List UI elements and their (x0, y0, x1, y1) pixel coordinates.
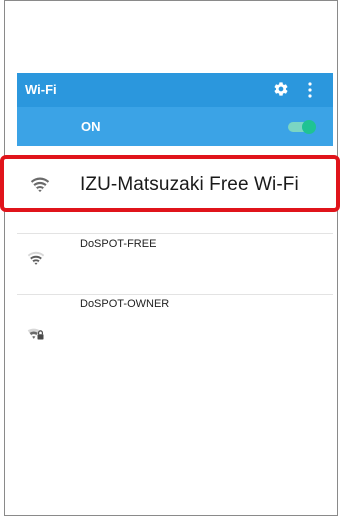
wifi-icon (30, 177, 50, 192)
network-item-izu-matsuzaki-highlighted[interactable]: IZU-Matsuzaki Free Wi-Fi (0, 155, 340, 212)
wifi-icon (27, 251, 45, 265)
network-item-dospot-free[interactable]: DoSPOT-FREE (17, 234, 333, 294)
wifi-settings-screen: Wi-Fi ON DoSPOT-FREE DoSPOT-OWNER (17, 73, 333, 373)
wifi-toggle-switch[interactable] (286, 120, 316, 134)
app-bar: Wi-Fi (17, 73, 333, 107)
network-name: IZU-Matsuzaki Free Wi-Fi (80, 174, 299, 195)
toggle-thumb (302, 120, 316, 134)
wifi-state-label: ON (81, 119, 101, 134)
network-name: DoSPOT-OWNER (80, 298, 170, 310)
wifi-master-switch-row[interactable]: ON (17, 107, 333, 146)
network-item-dospot-owner[interactable]: DoSPOT-OWNER (17, 295, 333, 355)
network-name: DoSPOT-FREE (80, 238, 157, 250)
wifi-lock-icon (27, 328, 44, 340)
gear-icon[interactable] (273, 81, 289, 97)
page-title: Wi-Fi (25, 82, 57, 97)
more-vert-icon[interactable] (307, 82, 313, 98)
